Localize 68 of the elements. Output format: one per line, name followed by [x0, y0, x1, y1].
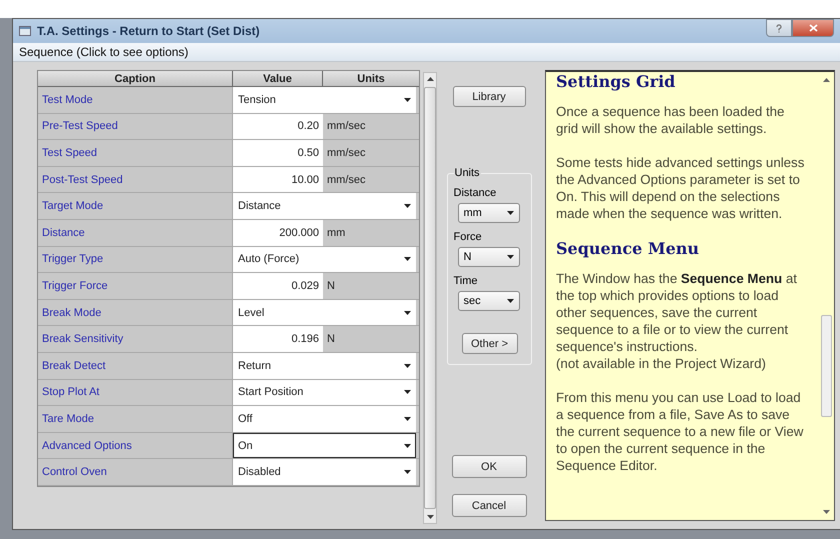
help-paragraph: Some tests hide advanced settings unless the Advanced Options parameter is set to On. This will depend on the selections made when the sequence was written. — [556, 154, 806, 222]
column-header[interactable]: Units — [323, 71, 419, 87]
unit-cell-text: mm/sec — [326, 146, 366, 161]
help-button[interactable] — [766, 19, 792, 37]
unit-dropdown[interactable]: mm — [458, 203, 520, 223]
library-button[interactable]: Library — [452, 86, 526, 107]
value-dropdown[interactable]: Start Position — [233, 380, 416, 406]
value-field[interactable]: 200.000 — [233, 220, 323, 246]
dropdown-arrow-icon — [506, 299, 514, 303]
other-button[interactable]: Other > — [462, 333, 518, 354]
scroll-thumb[interactable] — [820, 315, 832, 417]
unit-dropdown[interactable]: N — [458, 247, 520, 267]
column-header[interactable]: Caption — [38, 71, 233, 87]
scroll-down-icon — [822, 510, 830, 514]
value-dropdown[interactable]: Auto (Force) — [233, 246, 416, 272]
value-dropdown[interactable]: Level — [233, 300, 416, 326]
scrollbar[interactable] — [423, 72, 437, 524]
unit-cell-text: N — [326, 278, 336, 294]
dropdown-arrow-icon — [404, 204, 411, 208]
window-title: T.A. Settings - Return to Start (Set Dist) — [37, 24, 261, 38]
dropdown-arrow-icon — [404, 444, 411, 448]
dialog-button[interactable]: Cancel — [452, 494, 526, 517]
dropdown-arrow-icon — [404, 416, 411, 421]
unit-cell-text: mm — [326, 226, 346, 241]
scroll-down-icon — [426, 515, 434, 519]
dropdown-arrow-icon — [506, 255, 514, 259]
sequence-menu[interactable]: Sequence (Click to see options) — [19, 45, 188, 59]
unit-cell-text: mm/sec — [326, 172, 366, 188]
scroll-up-icon — [822, 78, 830, 82]
dropdown-arrow-icon — [404, 470, 411, 474]
help-paragraph: From this menu you can use Load to load a sequence from a file, Save As to save the current sequence to a new file or View to open the current sequence in the Sequence Editor. — [556, 389, 804, 474]
group-title: Units — [454, 167, 481, 179]
value-dropdown[interactable]: Off — [233, 406, 416, 432]
value-field[interactable]: 0.20 — [233, 114, 323, 140]
help-paragraph: Once a sequence has been loaded the grid will show the available settings. — [556, 103, 786, 137]
dropdown-arrow-icon — [404, 257, 411, 262]
value-dropdown[interactable]: Tension — [233, 87, 416, 113]
dropdown-arrow-icon — [404, 98, 411, 102]
dropdown-arrow-icon — [506, 211, 514, 215]
value-field[interactable]: 10.00 — [233, 166, 323, 192]
column-header[interactable]: Value — [233, 71, 323, 87]
dialog-button[interactable]: OK — [452, 455, 526, 478]
value-field[interactable]: 0.196 — [233, 326, 323, 352]
help-heading: Settings Grid — [556, 72, 676, 91]
unit-label: Distance — [454, 187, 496, 199]
window-icon — [19, 26, 31, 36]
scroll-up-icon — [426, 77, 434, 81]
help-heading: Sequence Menu — [556, 239, 700, 258]
unit-label: Force — [454, 231, 482, 243]
scroll-thumb[interactable] — [424, 87, 436, 509]
unit-cell-text: N — [326, 332, 336, 348]
close-button[interactable] — [792, 19, 834, 37]
unit-cell-text: mm/sec — [326, 119, 366, 134]
close-icon — [808, 24, 818, 32]
value-field[interactable]: 0.50 — [233, 140, 323, 166]
unit-dropdown[interactable]: sec — [458, 291, 520, 311]
help-paragraph: The Window has the Sequence Menu at the top which provides options to load other sequences, save the current sequence to a file or to view the current sequence's instructions. — [556, 270, 798, 355]
dropdown-arrow-icon — [404, 390, 411, 394]
dropdown-arrow-icon — [404, 310, 411, 315]
value-dropdown[interactable]: Distance — [233, 193, 416, 219]
dropdown-arrow-icon — [404, 364, 411, 368]
value-dropdown[interactable]: Disabled — [233, 459, 416, 485]
question-icon — [775, 24, 783, 32]
value-field[interactable]: 0.029 — [233, 273, 323, 299]
help-note: (not available in the Project Wizard) — [556, 355, 767, 372]
value-dropdown[interactable]: Return — [233, 352, 416, 379]
unit-label: Time — [454, 275, 478, 287]
value-dropdown[interactable]: On — [233, 432, 416, 458]
